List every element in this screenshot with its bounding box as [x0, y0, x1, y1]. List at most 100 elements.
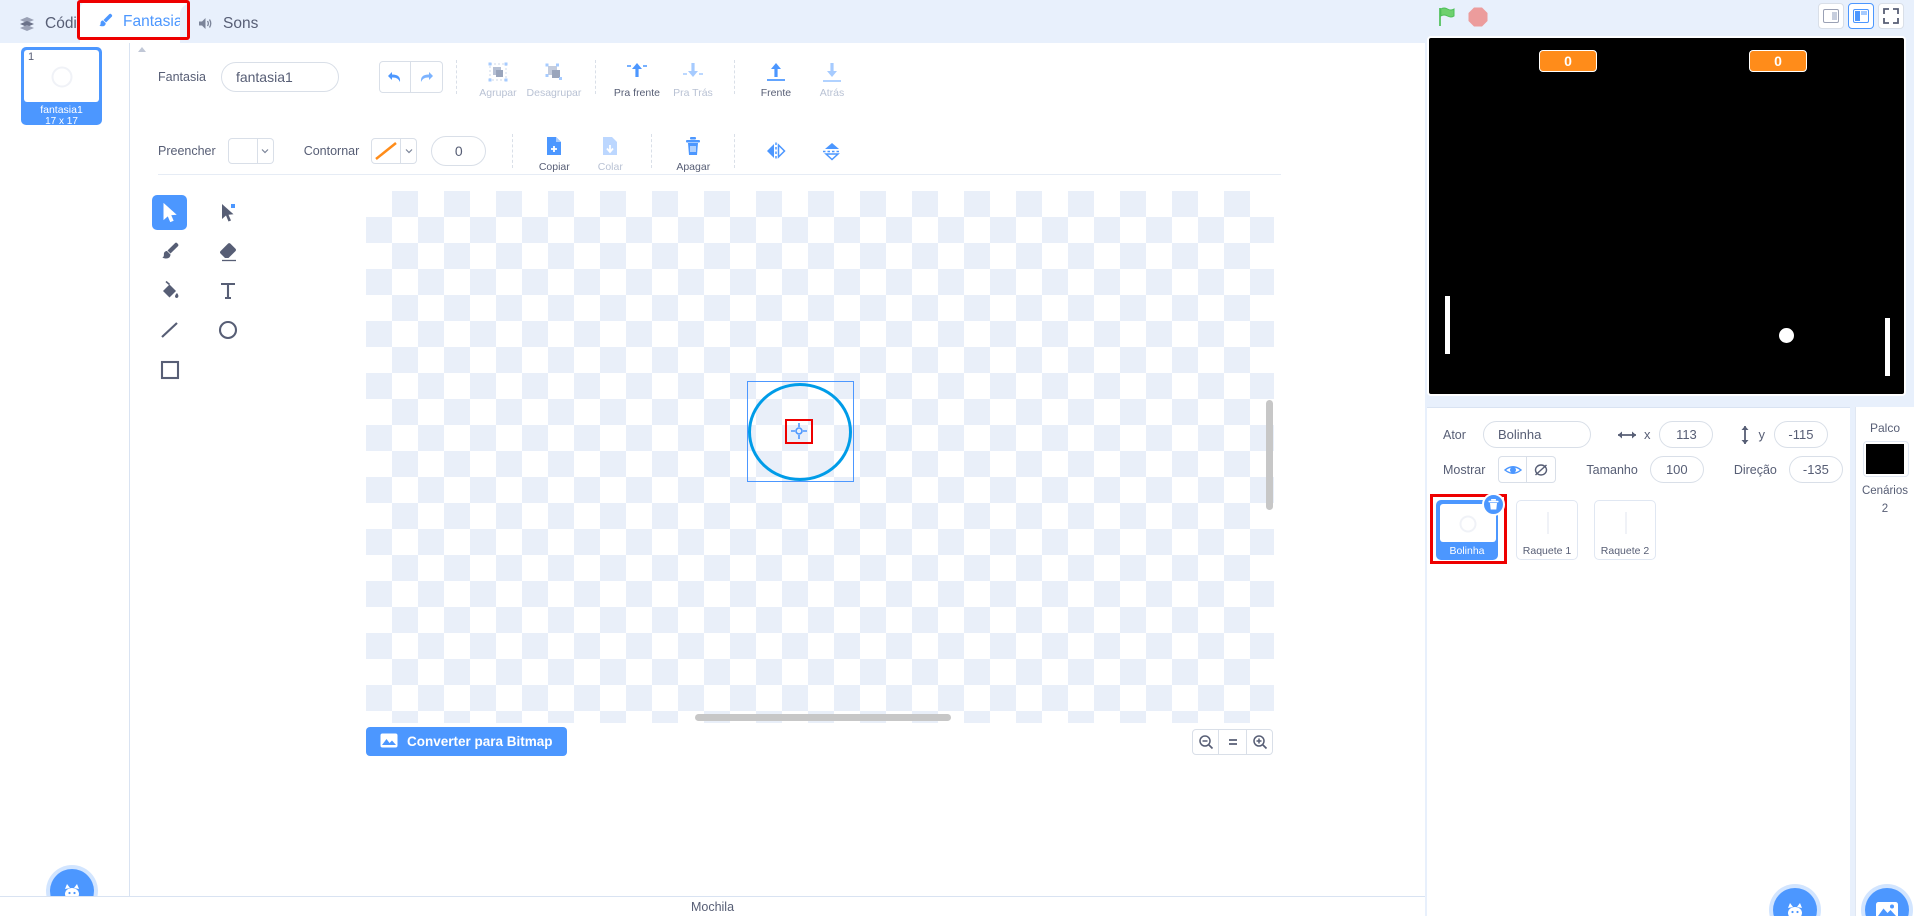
- stop-icon[interactable]: [1467, 6, 1489, 28]
- eye-slash-icon[interactable]: [1527, 456, 1557, 483]
- tab-sons[interactable]: Sons: [180, 4, 264, 43]
- costume-name-input[interactable]: fantasia1: [220, 62, 339, 92]
- flip-vertical-button[interactable]: [804, 137, 860, 165]
- ungroup-button[interactable]: Desagrupar: [526, 55, 582, 99]
- undo-icon[interactable]: [378, 61, 411, 93]
- size-input[interactable]: 100: [1649, 456, 1704, 483]
- show-label: Mostrar: [1443, 462, 1486, 477]
- fill-color-picker[interactable]: [227, 138, 274, 164]
- image-icon: [380, 733, 398, 751]
- direction-label: Direção: [1733, 462, 1777, 477]
- direction-input[interactable]: -135: [1788, 456, 1843, 483]
- reshape-tool[interactable]: [210, 195, 245, 230]
- delete-label: Apagar: [676, 161, 711, 173]
- zoom-reset-icon[interactable]: [1219, 729, 1246, 755]
- sprite-item-raquete-2[interactable]: Raquete 2: [1594, 500, 1656, 560]
- sprite-thumbnail: [1598, 504, 1654, 542]
- paintbrush-icon: [97, 13, 114, 30]
- canvas-horizontal-scrollbar[interactable]: [695, 714, 951, 721]
- paddle-left-sprite: [1445, 296, 1450, 354]
- backdrops-count: 2: [1881, 503, 1889, 515]
- y-input[interactable]: -115: [1773, 421, 1828, 448]
- convert-to-bitmap-button[interactable]: Converter para Bitmap: [366, 727, 567, 756]
- send-backward-label: Pra Trás: [673, 87, 713, 99]
- circle-tool[interactable]: [210, 312, 245, 347]
- zoom-in-icon[interactable]: [1246, 729, 1273, 755]
- send-backward-button[interactable]: Pra Trás: [665, 55, 721, 99]
- score-readout-right: 0: [1749, 50, 1807, 72]
- zoom-out-icon[interactable]: [1192, 729, 1219, 755]
- green-flag-icon[interactable]: [1435, 5, 1459, 29]
- stroke-color-swatch[interactable]: [371, 138, 402, 164]
- copy-button[interactable]: Copiar: [526, 129, 582, 173]
- group-button[interactable]: Agrupar: [470, 55, 526, 99]
- divider: [651, 134, 653, 168]
- sprite-item-raquete-1[interactable]: Raquete 1: [1516, 500, 1578, 560]
- costume-name-label: fantasia1: [40, 104, 83, 116]
- eye-icon[interactable]: [1498, 456, 1528, 483]
- redo-icon[interactable]: [410, 61, 443, 93]
- paste-button[interactable]: Colar: [582, 129, 638, 173]
- stage-and-sprite-area: 0 0 Ator Bolinha x 113 y -115 Mostrar Ta…: [1425, 33, 1914, 916]
- stage-controls-bar: [1425, 0, 1914, 33]
- costume-thumbnail: 1: [24, 50, 99, 102]
- flip-horizontal-button[interactable]: [748, 137, 804, 165]
- costume-label: Fantasia: [158, 70, 206, 84]
- delete-button[interactable]: Apagar: [665, 129, 721, 173]
- costume-preview-circle: [51, 66, 72, 88]
- stroke-color-picker[interactable]: [371, 138, 418, 164]
- large-stage-layout-icon[interactable]: [1848, 3, 1874, 29]
- stage-display[interactable]: 0 0: [1427, 36, 1906, 396]
- rectangle-tool[interactable]: [152, 352, 187, 387]
- sprite-thumbnail: [1520, 504, 1576, 542]
- delete-sprite-button[interactable]: [1482, 493, 1505, 516]
- backdrop-thumbnail: [1866, 444, 1904, 474]
- costume-item-fantasia1[interactable]: 1 fantasia1 17 x 17: [21, 47, 102, 127]
- sprite-item-bolinha[interactable]: Bolinha: [1436, 493, 1505, 560]
- send-to-back-button[interactable]: Atrás: [804, 55, 860, 99]
- bring-to-front-button[interactable]: Frente: [748, 55, 804, 99]
- bring-forward-button[interactable]: Pra frente: [609, 55, 665, 99]
- visibility-toggle: [1498, 456, 1557, 483]
- bring-to-front-label: Frente: [760, 87, 792, 99]
- code-icon: [19, 16, 36, 31]
- paste-icon: [600, 134, 620, 158]
- sprite-name-label: Bolinha: [1449, 545, 1485, 557]
- fullscreen-icon[interactable]: [1878, 3, 1904, 29]
- anchor-highlight-box: [785, 419, 813, 444]
- undo-redo-group: [378, 61, 443, 93]
- divider: [594, 60, 596, 94]
- backpack-label: Mochila: [690, 899, 735, 914]
- chevron-down-icon[interactable]: [401, 138, 418, 164]
- paste-label: Colar: [597, 161, 623, 173]
- score-readout-left: 0: [1539, 50, 1597, 72]
- small-stage-layout-icon[interactable]: [1818, 3, 1844, 29]
- stage-backdrop-card[interactable]: [1863, 441, 1909, 477]
- ball-sprite: [1779, 328, 1794, 343]
- fill-color-swatch[interactable]: [227, 138, 258, 164]
- canvas-vertical-scrollbar[interactable]: [1266, 400, 1273, 510]
- select-tool[interactable]: [152, 195, 187, 230]
- scroll-up-arrow-icon[interactable]: [135, 43, 149, 57]
- tab-bar: Código Fantasias Sons: [0, 0, 1425, 43]
- text-tool[interactable]: [210, 273, 245, 308]
- divider: [733, 60, 735, 94]
- x-input[interactable]: 113: [1659, 421, 1714, 448]
- line-tool[interactable]: [152, 312, 187, 347]
- brush-tool[interactable]: [152, 234, 187, 269]
- bring-forward-icon: [625, 60, 649, 84]
- sprite-name-input[interactable]: Bolinha: [1482, 421, 1591, 448]
- backpack-bar[interactable]: Mochila: [0, 896, 1425, 916]
- canvas-zoom-controls: [1192, 729, 1273, 755]
- stroke-label: Contornar: [303, 144, 360, 158]
- flip-horizontal-icon: [764, 139, 788, 163]
- stroke-width-input[interactable]: 0: [431, 136, 487, 166]
- chevron-down-icon[interactable]: [257, 138, 274, 164]
- fill-tool[interactable]: [152, 273, 187, 308]
- toolbar-divider: [158, 174, 1281, 175]
- tab-fantasias[interactable]: Fantasias: [80, 0, 190, 43]
- paint-canvas[interactable]: [366, 191, 1274, 723]
- paint-editor: Fantasia fantasia1 Agrupar Desagrupar Pr…: [130, 43, 1425, 896]
- send-backward-icon: [681, 60, 705, 84]
- eraser-tool[interactable]: [210, 234, 245, 269]
